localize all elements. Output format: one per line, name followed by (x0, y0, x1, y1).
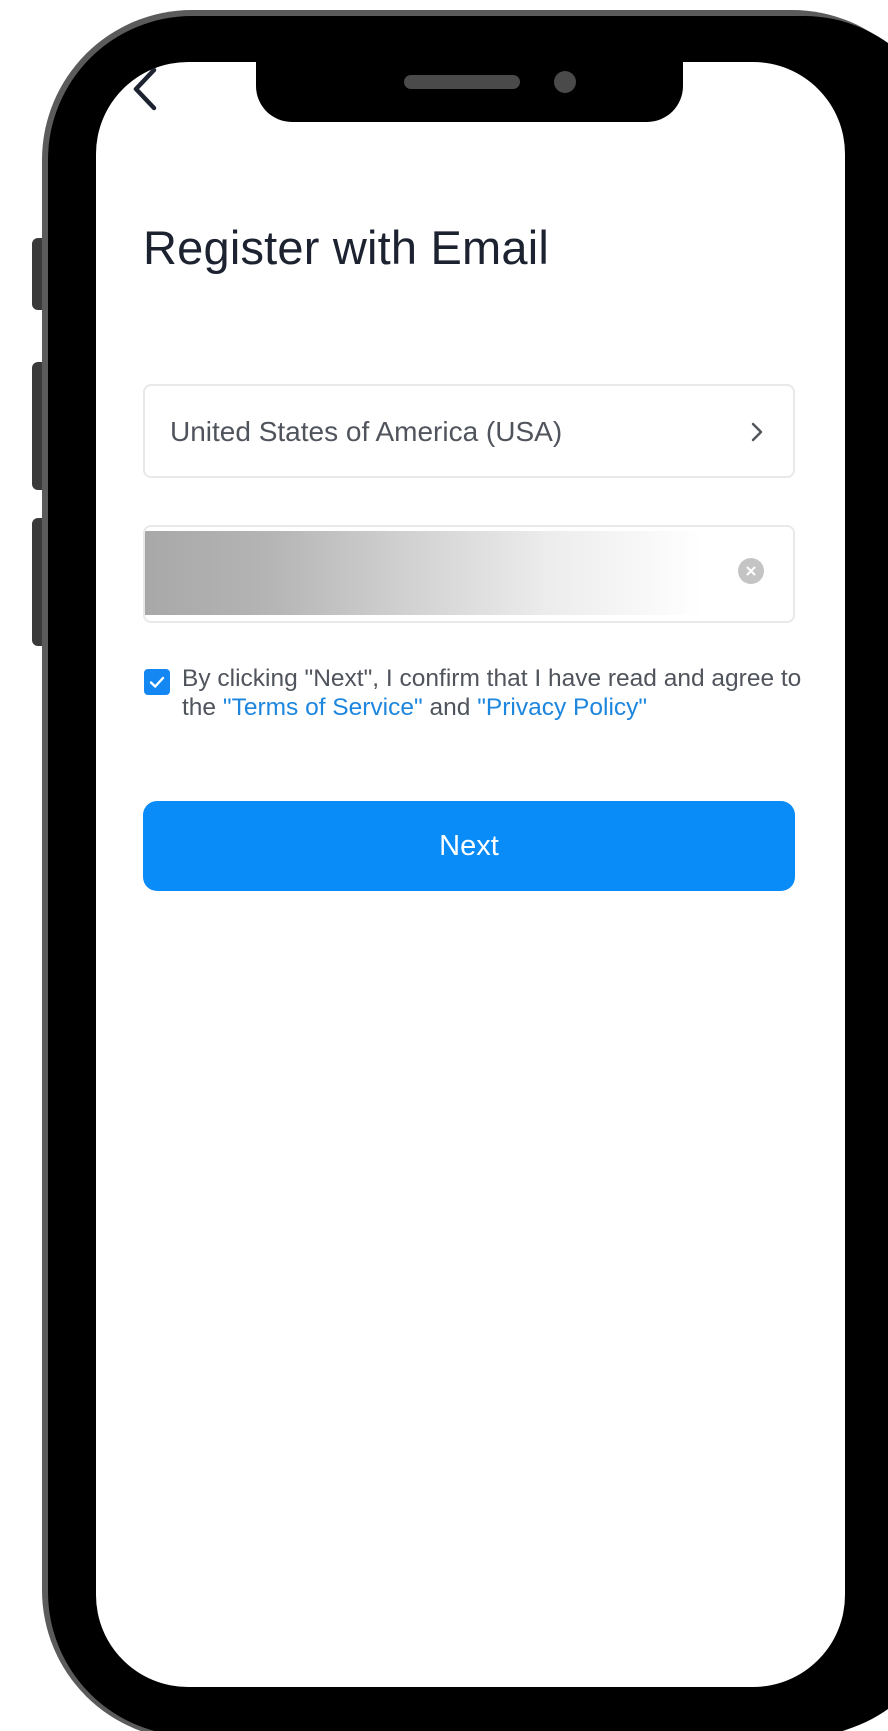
privacy-policy-link[interactable]: "Privacy Policy" (477, 694, 647, 721)
country-value: United States of America (USA) (170, 416, 563, 447)
front-camera (554, 71, 576, 93)
back-button[interactable] (126, 64, 166, 114)
clear-input-button[interactable] (738, 558, 764, 584)
device-mockup: Register with Email United States of Ame… (0, 0, 888, 1731)
speaker-grille (404, 75, 520, 89)
consent-text: By clicking "Next", I confirm that I hav… (182, 664, 802, 722)
terms-of-service-link[interactable]: "Terms of Service" (223, 694, 423, 721)
chevron-right-icon (751, 422, 763, 442)
checkmark-icon (149, 676, 165, 688)
clear-x-icon (746, 566, 756, 576)
email-field[interactable] (143, 525, 795, 623)
chevron-left-icon (133, 67, 157, 111)
app-screen: Register with Email United States of Ame… (96, 62, 845, 1687)
consent-checkbox[interactable] (144, 669, 170, 695)
next-button[interactable]: Next (143, 801, 795, 891)
consent-conjunction: and (429, 694, 471, 721)
email-input[interactable] (145, 531, 703, 615)
notch (256, 62, 683, 122)
country-selector[interactable]: United States of America (USA) (143, 384, 795, 478)
page-title: Register with Email (143, 221, 550, 274)
